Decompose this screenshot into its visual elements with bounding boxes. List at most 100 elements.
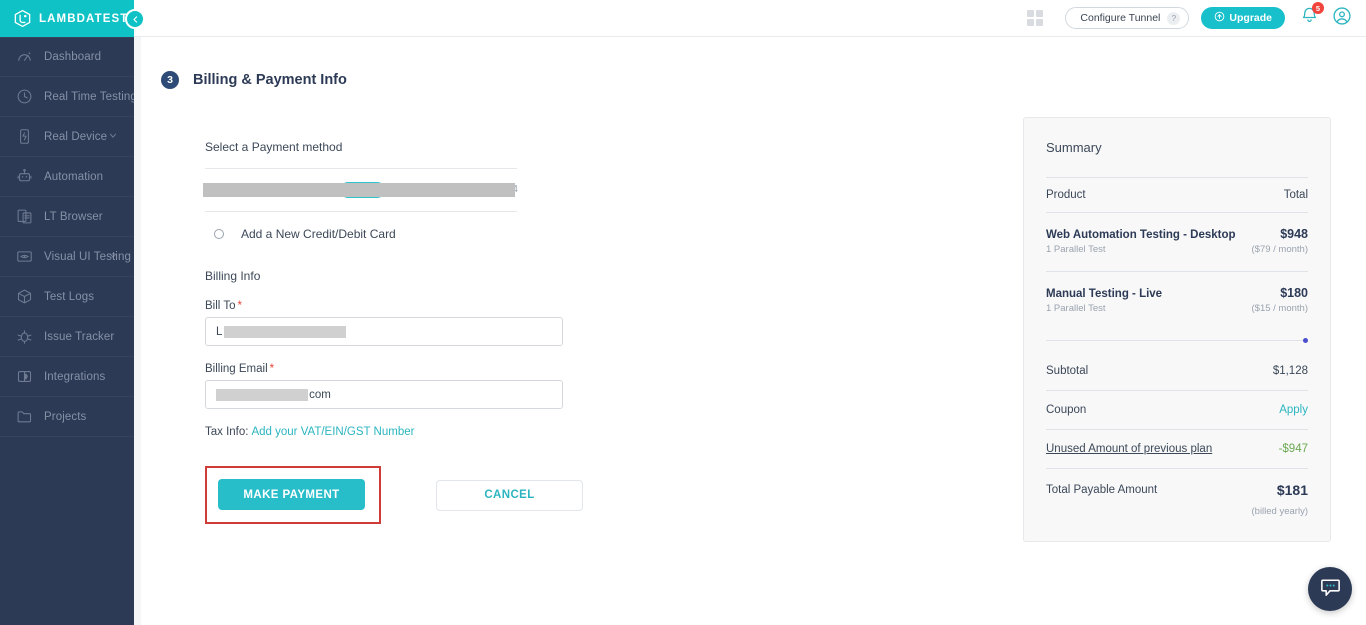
billing-email-field[interactable] [205, 380, 563, 409]
billing-card: 3 Billing & Payment Info Select a Paymen… [141, 37, 1366, 625]
sidebar-item-label: Projects [44, 410, 87, 423]
notification-badge: 5 [1312, 2, 1324, 14]
cancel-button[interactable]: CANCEL [436, 479, 583, 511]
redaction-overlay [203, 183, 515, 197]
sidebar-item-label: Test Logs [44, 290, 95, 303]
make-payment-highlight: MAKE PAYMENT [205, 466, 381, 524]
product-subtitle: 1 Parallel Test [1046, 244, 1106, 255]
sidebar-item-real-time-testing[interactable]: Real Time Testing [0, 77, 137, 117]
sidebar-item-label: Integrations [44, 370, 106, 383]
sidebar-item-label: Real Device [44, 130, 108, 143]
upgrade-button[interactable]: Upgrade [1201, 7, 1285, 29]
clock-icon [15, 87, 34, 106]
coupon-label: Coupon [1046, 404, 1087, 416]
chat-support-button[interactable] [1308, 567, 1352, 611]
sidebar-item-integrations[interactable]: Integrations [0, 357, 134, 397]
topbar: Configure Tunnel ? Upgrade 5 [134, 0, 1366, 37]
unused-amount-value: -$947 [1278, 443, 1308, 455]
total-payable-label: Total Payable Amount [1046, 484, 1158, 496]
product-sub-line: 1 Parallel Test ($15 / month) [1046, 303, 1308, 314]
required-asterisk: * [237, 300, 242, 312]
sidebar-item-visual-ui-testing[interactable]: Visual UI Testing [0, 237, 134, 277]
bill-to-label-text: Bill To [205, 300, 236, 312]
brand-name: LAMBDATEST [39, 12, 129, 25]
chevron-left-icon [131, 15, 140, 24]
product-name: Manual Testing - Live [1046, 288, 1163, 300]
configure-tunnel-label: Configure Tunnel [1080, 12, 1161, 24]
subtotal-value: $1,128 [1272, 365, 1308, 377]
chevron-down-icon [108, 250, 118, 263]
chevron-down-icon [108, 130, 118, 143]
sidebar-item-automation[interactable]: Automation [0, 157, 134, 197]
sidebar-item-projects[interactable]: Projects [0, 397, 134, 437]
summary-product-row: Manual Testing - Live $180 1 Parallel Te… [1046, 272, 1308, 330]
notification-bell-icon [1300, 7, 1319, 29]
folder-icon [15, 407, 34, 426]
configure-tunnel-button[interactable]: Configure Tunnel ? [1065, 7, 1190, 29]
product-rate: ($15 / month) [1251, 303, 1309, 314]
user-avatar-icon [1332, 6, 1352, 31]
grid-cell [1036, 10, 1044, 17]
tax-info-label: Tax Info: [205, 426, 249, 438]
column-header-product: Product [1046, 189, 1086, 201]
sidebar-nav: Dashboard Real Time Testing Real Device [0, 37, 137, 437]
app-root: LAMBDATEST Dashboard Real Time Testing R… [0, 0, 1366, 625]
add-new-card-label: Add a New Credit/Debit Card [241, 227, 396, 241]
bill-to-field[interactable] [205, 317, 563, 346]
mobile-device-icon [15, 127, 34, 146]
subtotal-row: Subtotal $1,128 [1046, 341, 1308, 390]
coupon-row: Coupon Apply [1046, 391, 1308, 429]
grid-cell [1027, 10, 1035, 17]
notifications-button[interactable]: 5 [1300, 2, 1324, 30]
required-asterisk: * [269, 363, 275, 375]
apply-coupon-link[interactable]: Apply [1279, 404, 1308, 416]
sidebar-item-issue-tracker[interactable]: Issue Tracker [0, 317, 134, 357]
grid-cell [1036, 19, 1044, 26]
sidebar-collapse-button[interactable] [125, 9, 145, 29]
upgrade-label: Upgrade [1229, 12, 1272, 24]
puzzle-circle-icon [15, 367, 34, 386]
sidebar-logo[interactable]: LAMBDATEST [0, 0, 134, 37]
add-vat-number-link[interactable]: Add your VAT/EIN/GST Number [251, 426, 414, 438]
upgrade-arrow-icon [1214, 11, 1225, 25]
sidebar-item-lt-browser[interactable]: LT Browser [0, 197, 134, 237]
product-main-line: Manual Testing - Live $180 [1046, 286, 1308, 300]
question-mark-icon[interactable]: ? [1167, 11, 1181, 25]
add-new-card-option[interactable]: Add a New Credit/Debit Card [205, 227, 725, 241]
sidebar-item-test-logs[interactable]: Test Logs [0, 277, 134, 317]
order-summary-panel: Summary Product Total Web Automation Tes… [1023, 117, 1331, 542]
make-payment-button[interactable]: MAKE PAYMENT [218, 479, 365, 510]
sidebar-item-real-device[interactable]: Real Device [0, 117, 134, 157]
total-payable-value: $181 [1276, 482, 1308, 498]
apps-grid-icon[interactable] [1027, 10, 1044, 26]
dashboard-gauge-icon [15, 48, 34, 67]
add-new-card-radio[interactable] [214, 229, 224, 239]
product-rate: ($79 / month) [1251, 244, 1309, 255]
sidebar-item-label: Real Time Testing [44, 90, 137, 103]
robot-icon [15, 167, 34, 186]
billing-email-label: Billing Email * [205, 363, 725, 375]
billing-email-label-text: Billing Email [205, 363, 268, 375]
sidebar-item-dashboard[interactable]: Dashboard [0, 37, 134, 77]
billing-form: Select a Payment method 2024 Add a New C… [203, 140, 725, 524]
main-content: 3 Billing & Payment Info Select a Paymen… [134, 37, 1366, 625]
sidebar-item-label: Issue Tracker [44, 330, 115, 343]
lambdatest-logo-icon [13, 9, 32, 28]
subtotal-label: Subtotal [1046, 365, 1089, 377]
grid-cell [1027, 19, 1035, 26]
redaction-overlay [224, 326, 346, 338]
summary-table-header: Product Total [1046, 178, 1308, 212]
product-total: $948 [1280, 227, 1308, 241]
billing-cycle-note: (billed yearly) [1251, 506, 1309, 517]
user-avatar[interactable] [1332, 6, 1352, 31]
scroll-indicator-dot [1303, 338, 1308, 343]
saved-payment-method-row[interactable]: 2024 [203, 168, 518, 212]
product-total: $180 [1280, 286, 1308, 300]
step-number-badge: 3 [161, 71, 179, 89]
bug-icon [15, 327, 34, 346]
unused-amount-label[interactable]: Unused Amount of previous plan [1046, 443, 1212, 455]
divider [1046, 338, 1308, 343]
billing-info-heading: Billing Info [205, 269, 261, 283]
tax-info-row: Tax Info: Add your VAT/EIN/GST Number [205, 426, 725, 438]
page-title: Billing & Payment Info [193, 72, 347, 88]
